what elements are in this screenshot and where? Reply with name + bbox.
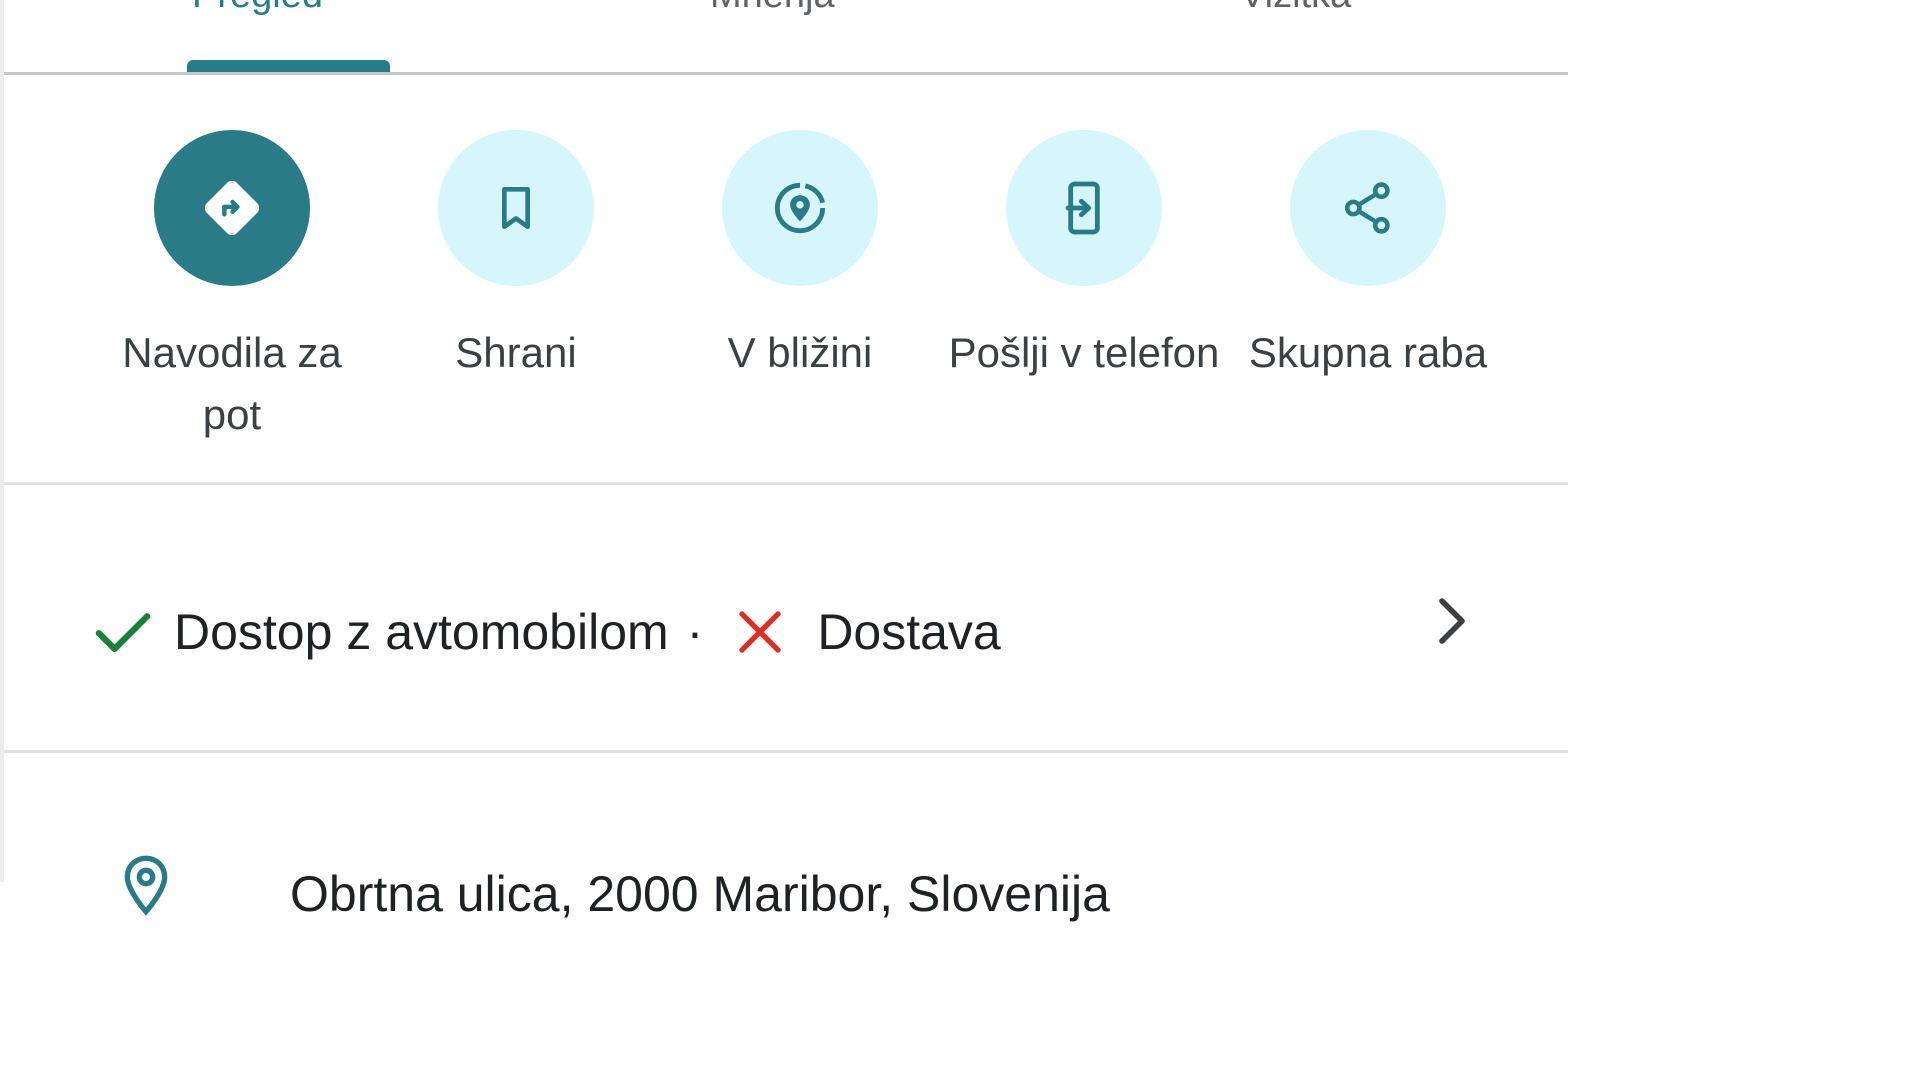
place-details-panel: Pregled Mnenja Vizitka Navodila za pot S… — [0, 0, 1568, 922]
directions-label: Navodila za pot — [122, 329, 342, 438]
save-label: Shrani — [455, 329, 577, 376]
check-icon — [95, 613, 151, 653]
amenity-unavailable-label: Dostava — [817, 604, 1001, 660]
save-button-circle[interactable] — [438, 130, 594, 286]
directions-button[interactable]: Navodila za pot — [90, 130, 374, 446]
tab-overview[interactable]: Pregled — [192, 0, 323, 17]
location-pin-icon — [124, 855, 168, 916]
share-button-circle[interactable] — [1290, 130, 1446, 286]
amenities-row[interactable]: Dostop z avtomobilom · Dostava — [4, 485, 1568, 751]
directions-icon — [204, 180, 260, 236]
share-label: Skupna raba — [1248, 329, 1488, 376]
x-icon — [739, 611, 782, 653]
nearby-label: V bližini — [727, 329, 873, 376]
send-to-phone-icon — [1065, 181, 1100, 235]
share-icon — [1344, 182, 1390, 234]
send-to-phone-label: Pošlji v telefon — [948, 329, 1220, 376]
address-row[interactable]: Obrtna ulica, 2000 Maribor, Slovenija — [4, 753, 1568, 922]
nearby-button-circle[interactable] — [722, 130, 878, 286]
active-tab-indicator — [187, 60, 390, 72]
share-button[interactable]: Skupna raba — [1226, 130, 1510, 384]
amenity-separator: · — [686, 604, 704, 660]
amenity-available-label: Dostop z avtomobilom — [174, 604, 669, 660]
tab-about[interactable]: Vizitka — [1240, 0, 1351, 17]
amenities-summary: Dostop z avtomobilom · Dostava — [94, 603, 1001, 661]
nearby-icon — [774, 182, 826, 234]
nearby-button[interactable]: V bližini — [658, 130, 942, 384]
chevron-right-icon[interactable] — [1432, 595, 1472, 647]
tab-reviews[interactable]: Mnenja — [710, 0, 835, 17]
send-to-phone-button-circle[interactable] — [1006, 130, 1162, 286]
bookmark-icon — [502, 187, 530, 230]
send-to-phone-button[interactable]: Pošlji v telefon — [942, 130, 1226, 384]
tab-bar: Pregled Mnenja Vizitka — [4, 0, 1568, 75]
save-button[interactable]: Shrani — [374, 130, 658, 384]
directions-button-circle[interactable] — [154, 130, 310, 286]
action-buttons: Navodila za pot Shrani V bližini Pošlji … — [4, 75, 1568, 484]
address-text: Obrtna ulica, 2000 Maribor, Slovenija — [290, 866, 1110, 922]
